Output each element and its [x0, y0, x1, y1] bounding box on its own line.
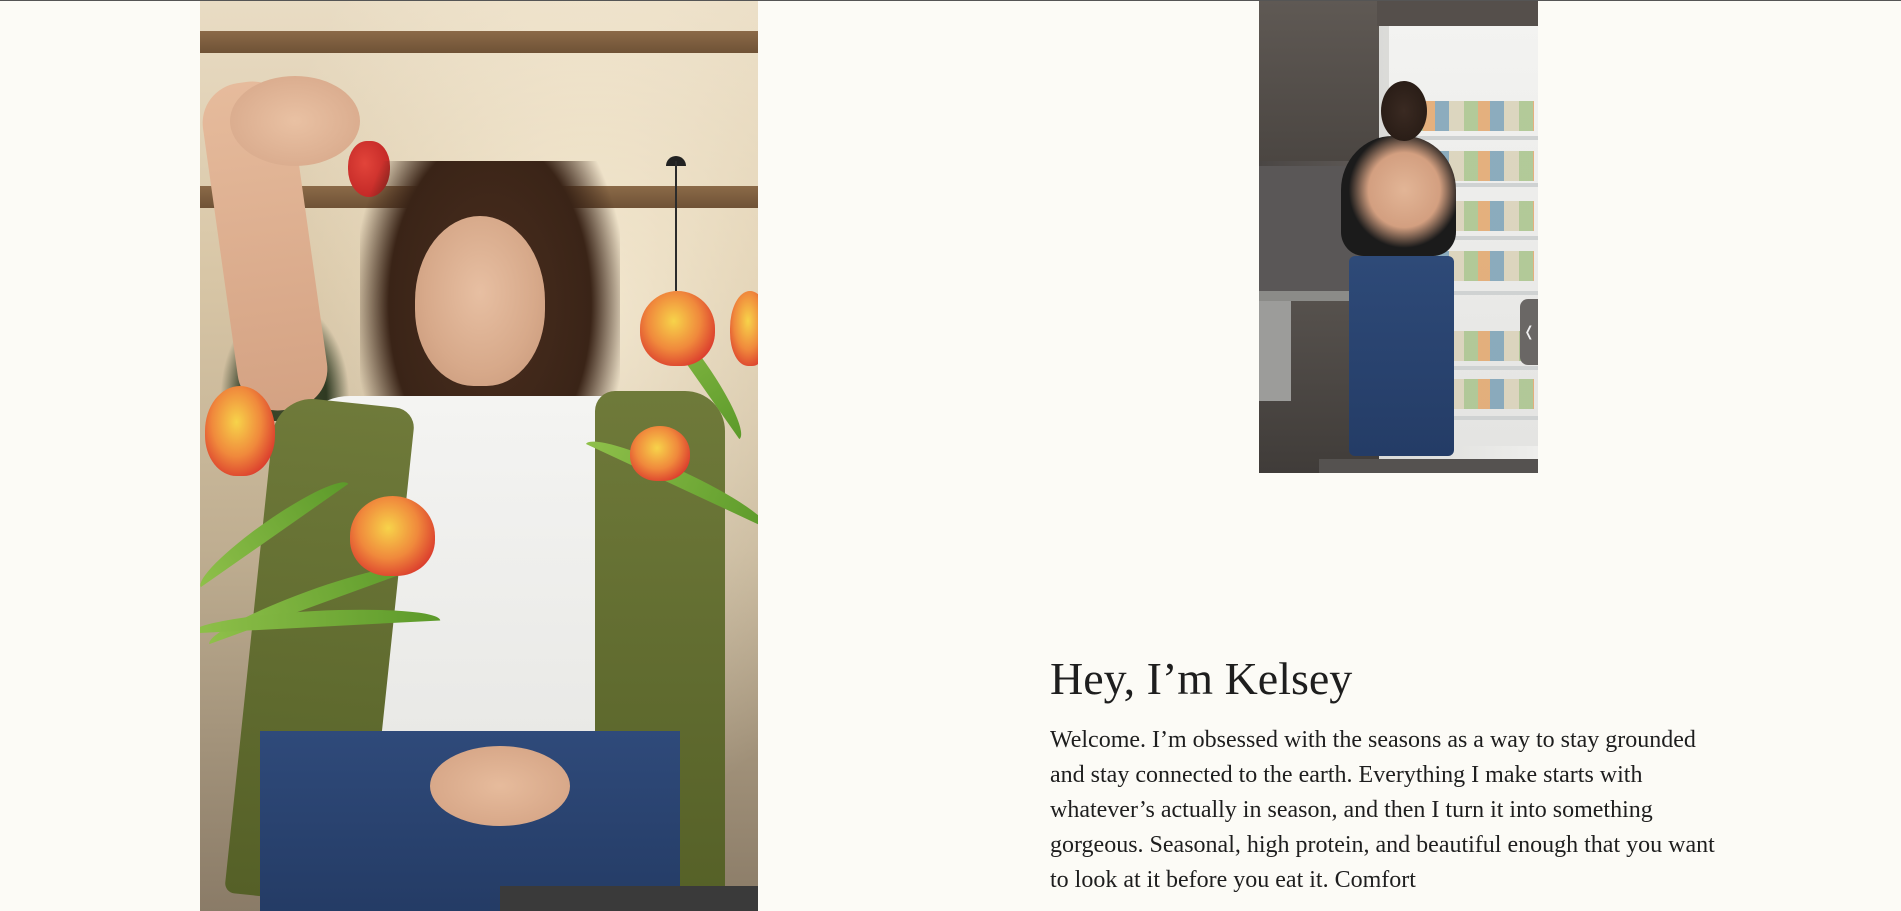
tulip — [205, 386, 275, 476]
chevron-left-icon[interactable]: ❬ — [1520, 299, 1538, 365]
page: ❬ Hey, I’m Kelsey Welcome. I’m obsessed … — [0, 0, 1901, 911]
kitchen-photo: ❬ — [1259, 1, 1538, 473]
tulip — [630, 426, 690, 481]
tulip — [640, 291, 715, 366]
person — [1341, 136, 1456, 256]
portrait-photo — [200, 1, 758, 911]
intro-body: Welcome. I’m obsessed with the seasons a… — [1050, 727, 1715, 893]
intro-heading: Hey, I’m Kelsey — [1050, 653, 1353, 704]
ceiling-beam — [200, 31, 758, 53]
intro-section: Hey, I’m Kelsey Welcome. I’m obsessed wi… — [1050, 649, 1750, 898]
tulip — [350, 496, 435, 576]
face — [415, 216, 545, 386]
